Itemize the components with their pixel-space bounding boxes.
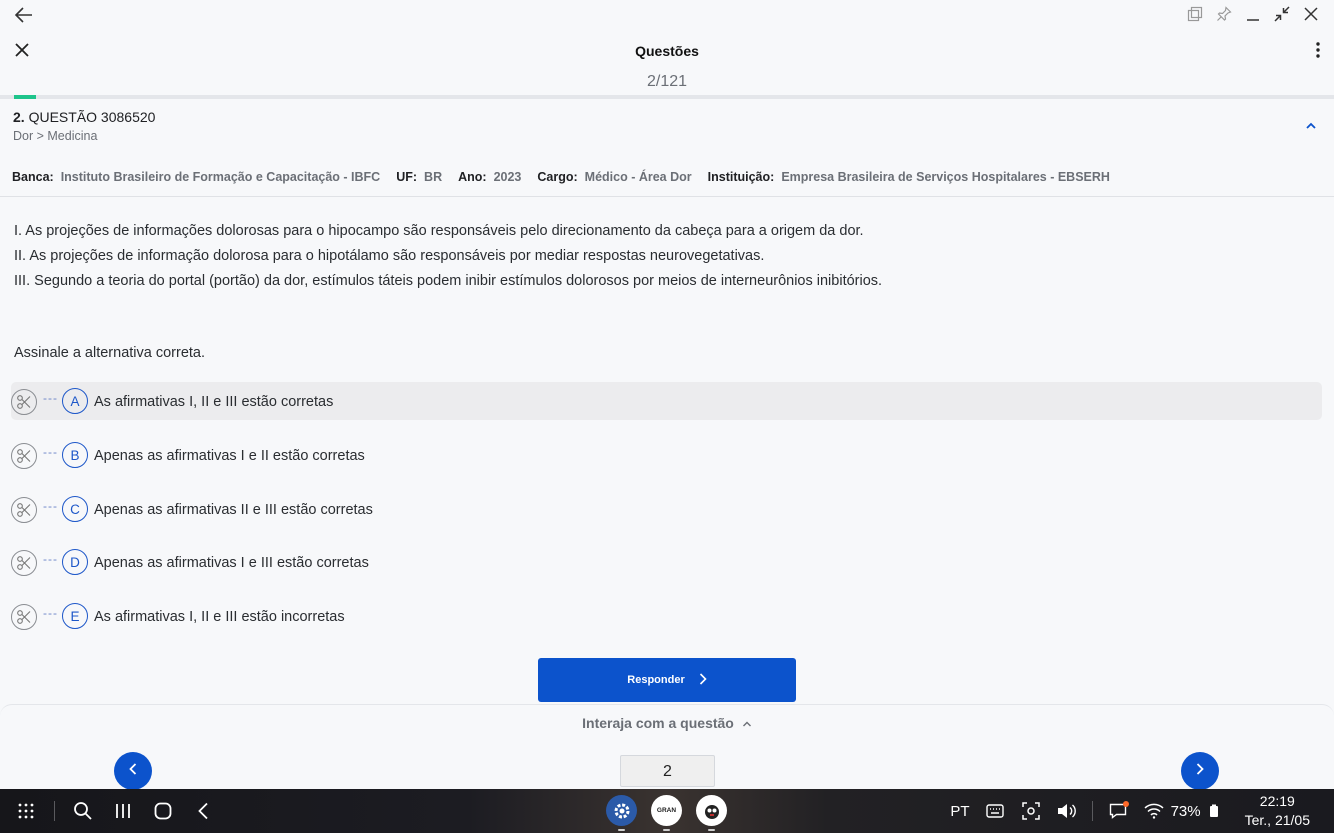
keyboard-icon[interactable] [984,800,1006,822]
scissors-icon[interactable] [11,604,37,630]
option-e[interactable]: --- E As afirmativas I, II e III estão i… [11,597,1322,635]
pin-icon[interactable] [1214,4,1233,24]
active-app-indicator [708,829,715,831]
meta-instituicao: Instituição: Empresa Brasileira de Serviç… [707,170,1110,184]
back-icon[interactable] [191,799,215,823]
battery-level: 73% [1170,802,1201,820]
taskbar-nav [14,799,215,823]
question-meta: Banca: Instituto Brasileiro de Formação e… [12,170,1110,184]
meta-cargo: Cargo: Médico - Área Dor [537,170,692,184]
next-question-button[interactable] [1181,752,1219,790]
taskbar-divider [1091,801,1093,821]
page-title: Questões [635,43,699,59]
wifi-icon[interactable] [1143,800,1165,822]
interact-label: Interaja com a questão [582,715,734,731]
clock[interactable]: 22:19 Ter., 21/05 [1245,792,1310,830]
interaction-panel: Interaja com a questão 2 [0,704,1334,790]
close-icon[interactable] [1301,4,1320,24]
question-breadcrumb: Dor > Medicina [13,129,98,143]
active-app-indicator [663,829,670,831]
question-header: 2. QUESTÃO 3086520 Dor > Medicina Banca:… [0,99,1334,197]
chevron-right-icon [699,672,707,688]
option-d[interactable]: --- D Apenas as afirmativas I e III estã… [11,543,1322,581]
option-letter[interactable]: E [62,603,88,629]
meta-ano: Ano: 2023 [458,170,522,184]
option-connector: --- [43,445,58,459]
recent-apps-icon[interactable] [111,799,135,823]
option-text[interactable]: As afirmativas I, II e III estão correta… [94,394,333,410]
active-app-indicator [618,829,625,831]
chevron-left-icon [128,762,138,781]
gran-app-label: GRAN [656,807,677,814]
option-connector: --- [43,499,58,513]
home-icon[interactable] [151,799,175,823]
interact-toggle[interactable]: Interaja com a questão [0,715,1334,731]
mascot-app-icon[interactable] [696,795,727,831]
system-taskbar: GRAN PT 73% 22:19 Ter., 21/05 [0,789,1334,833]
option-text[interactable]: Apenas as afirmativas II e III estão cor… [94,502,373,518]
scissors-icon[interactable] [11,550,37,576]
respond-button-label: Responder [627,674,685,686]
more-options-icon[interactable] [1314,41,1322,59]
scissors-icon[interactable] [11,497,37,523]
option-connector: --- [43,391,58,405]
option-b[interactable]: --- B Apenas as afirmativas I e II estão… [11,436,1322,474]
scissors-icon[interactable] [11,443,37,469]
volume-icon[interactable] [1056,800,1078,822]
option-c[interactable]: --- C Apenas as afirmativas II e III est… [11,490,1322,528]
meta-banca: Banca: Instituto Brasileiro de Formação e… [12,170,381,184]
chevron-up-icon [742,715,752,731]
option-letter[interactable]: D [62,549,88,575]
window-controls [1185,4,1320,24]
option-letter[interactable]: C [62,496,88,522]
page-number-input[interactable]: 2 [620,755,715,787]
notification-icon[interactable] [1107,800,1129,822]
option-connector: --- [43,552,58,566]
statement-2: II. As projeções de informação dolorosa … [14,248,765,264]
screenshot-icon[interactable] [1020,800,1042,822]
split-view-icon[interactable] [1185,4,1204,24]
option-letter[interactable]: A [62,388,88,414]
settings-app-icon[interactable] [606,795,637,831]
meta-uf: UF: BR [396,170,443,184]
question-counter: 2/121 [646,73,688,90]
system-tray: PT 73% 22:19 Ter., 21/05 [950,789,1310,833]
chevron-up-icon[interactable] [1304,119,1318,133]
previous-question-button[interactable] [114,752,152,790]
notification-dot [1122,801,1129,807]
minimize-icon[interactable] [1243,4,1262,24]
question-code: QUESTÃO 3086520 [28,109,156,125]
respond-button[interactable]: Responder [538,658,796,702]
option-text[interactable]: Apenas as afirmativas I e III estão corr… [94,555,369,571]
search-icon[interactable] [71,799,95,823]
option-text[interactable]: Apenas as afirmativas I e II estão corre… [94,448,365,464]
option-letter[interactable]: B [62,442,88,468]
shrink-icon[interactable] [1272,4,1291,24]
statement-1: I. As projeções de informações dolorosas… [14,223,864,239]
apps-grid-icon[interactable] [14,799,38,823]
taskbar-divider [54,801,55,821]
question-number: 2. [13,109,25,125]
chevron-right-icon [1195,762,1205,781]
option-text[interactable]: As afirmativas I, II e III estão incorre… [94,609,345,625]
clock-date: Ter., 21/05 [1244,812,1310,828]
language-indicator[interactable]: PT [950,803,969,820]
scissors-icon[interactable] [11,389,37,415]
option-connector: --- [43,606,58,620]
battery-icon [1203,800,1225,822]
app-header: Questões 2/121 [0,30,1334,96]
question-title: 2. QUESTÃO 3086520 [13,109,155,125]
gran-app-icon[interactable]: GRAN [651,795,682,831]
clock-time: 22:19 [1259,793,1295,809]
statement-3: III. Segundo a teoria do portal (portão)… [14,273,883,289]
arrow-left-icon[interactable] [12,4,36,26]
option-a[interactable]: --- A As afirmativas I, II e III estão c… [11,382,1322,420]
question-prompt: Assinale a alternativa correta. [14,345,206,361]
question-statements: I. As projeções de informações dolorosas… [14,219,882,294]
window-bar [0,0,1334,30]
taskbar-apps: GRAN [606,795,727,831]
